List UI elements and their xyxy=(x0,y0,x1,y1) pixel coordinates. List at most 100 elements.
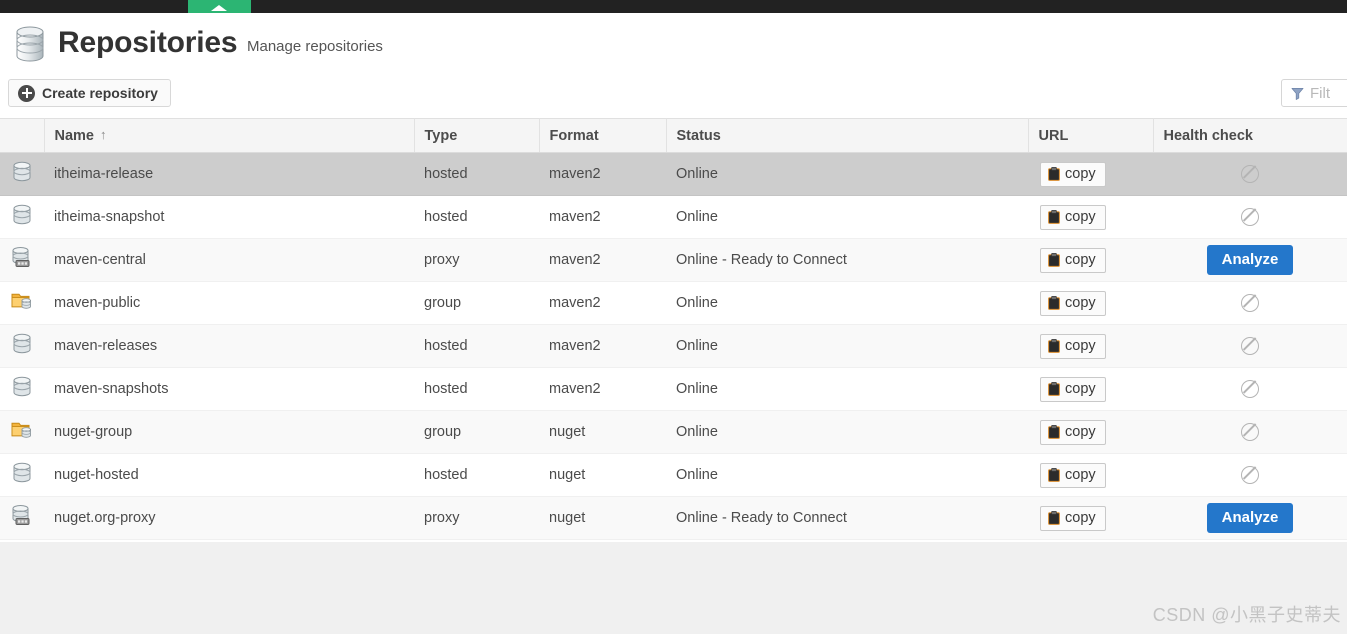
row-url: copy xyxy=(1028,152,1153,196)
copy-url-button[interactable]: copy xyxy=(1040,505,1106,531)
row-status: Online xyxy=(666,152,1028,196)
row-format: maven2 xyxy=(539,367,666,411)
database-icon xyxy=(16,26,44,62)
copy-label: copy xyxy=(1065,166,1096,182)
clipboard-icon xyxy=(1048,339,1060,353)
row-format: maven2 xyxy=(539,324,666,368)
column-label-name: Name xyxy=(54,128,95,144)
row-name[interactable]: nuget-hosted xyxy=(44,453,414,497)
browser-top-bar xyxy=(0,0,1347,13)
row-url: copy xyxy=(1028,410,1153,454)
row-format: maven2 xyxy=(539,281,666,325)
copy-url-button[interactable]: copy xyxy=(1040,376,1106,402)
row-url: copy xyxy=(1028,496,1153,540)
funnel-icon xyxy=(1291,87,1304,100)
table-row[interactable]: maven-releases hosted maven2 Online copy xyxy=(0,324,1347,368)
row-format: nuget xyxy=(539,496,666,540)
filter-input[interactable]: Filt xyxy=(1281,79,1347,107)
row-type: proxy xyxy=(414,496,539,540)
column-header-format[interactable]: Format xyxy=(539,118,667,153)
copy-url-button[interactable]: copy xyxy=(1040,161,1106,187)
no-entry-icon xyxy=(1241,380,1259,398)
content-background: CSDN @小黑子史蒂夫 xyxy=(0,542,1347,634)
table-header-row: Name ↑ Type Format Status URL Health chec… xyxy=(0,118,1347,153)
clipboard-icon xyxy=(1048,296,1060,310)
folder-group-icon xyxy=(11,422,31,438)
row-type-icon-cell xyxy=(0,281,44,325)
column-header-health[interactable]: Health check xyxy=(1153,118,1347,153)
table-row[interactable]: maven-snapshots hosted maven2 Online copy xyxy=(0,367,1347,411)
row-name[interactable]: maven-snapshots xyxy=(44,367,414,411)
page-title: Repositories xyxy=(58,26,238,59)
copy-url-button[interactable]: copy xyxy=(1040,247,1106,273)
row-status: Online xyxy=(666,367,1028,411)
copy-url-button[interactable]: copy xyxy=(1040,419,1106,445)
row-type-icon-cell xyxy=(0,238,44,282)
column-label-health: Health check xyxy=(1163,127,1253,144)
column-header-icon xyxy=(0,118,45,153)
row-type: group xyxy=(414,281,539,325)
row-url: copy xyxy=(1028,195,1153,239)
row-status: Online - Ready to Connect xyxy=(666,238,1028,282)
table-row[interactable]: nuget.org-proxy proxy nuget Online - Ready … xyxy=(0,496,1347,540)
row-health-check xyxy=(1153,410,1347,454)
column-header-url[interactable]: URL xyxy=(1028,118,1154,153)
database-proxy-icon xyxy=(12,247,30,267)
table-row[interactable]: nuget-group group nuget Online copy xyxy=(0,410,1347,454)
row-type-icon-cell xyxy=(0,453,44,497)
copy-url-button[interactable]: copy xyxy=(1040,462,1106,488)
clipboard-icon xyxy=(1048,511,1060,525)
column-header-name[interactable]: Name ↑ xyxy=(44,118,415,153)
table-row[interactable]: maven-public group maven2 Online copy xyxy=(0,281,1347,325)
row-type: hosted xyxy=(414,152,539,196)
table-header: Name ↑ Type Format Status URL Health chec… xyxy=(0,118,1347,153)
folder-group-icon xyxy=(11,293,31,309)
create-repository-button[interactable]: Create repository xyxy=(8,79,171,107)
row-type: group xyxy=(414,410,539,454)
column-header-type[interactable]: Type xyxy=(414,118,540,153)
copy-url-button[interactable]: copy xyxy=(1040,333,1106,359)
copy-url-button[interactable]: copy xyxy=(1040,204,1106,230)
row-url: copy xyxy=(1028,281,1153,325)
table-row[interactable]: nuget-hosted hosted nuget Online copy xyxy=(0,453,1347,497)
clipboard-icon xyxy=(1048,253,1060,267)
database-hosted-icon xyxy=(13,333,31,354)
row-name[interactable]: nuget.org-proxy xyxy=(44,496,414,540)
clipboard-icon xyxy=(1048,167,1060,181)
row-health-check xyxy=(1153,281,1347,325)
table-row[interactable]: itheima-snapshot hosted maven2 Online copy xyxy=(0,195,1347,239)
row-name[interactable]: itheima-release xyxy=(44,152,414,196)
copy-label: copy xyxy=(1065,252,1096,268)
copy-url-button[interactable]: copy xyxy=(1040,290,1106,316)
filter-placeholder: Filt xyxy=(1310,84,1330,102)
copy-label: copy xyxy=(1065,510,1096,526)
row-format: nuget xyxy=(539,453,666,497)
analyze-button[interactable]: Analyze xyxy=(1206,245,1294,275)
no-entry-icon xyxy=(1241,337,1259,355)
database-proxy-icon xyxy=(12,505,30,525)
copy-label: copy xyxy=(1065,338,1096,354)
no-entry-icon xyxy=(1241,165,1259,183)
column-label-type: Type xyxy=(424,127,458,144)
row-name[interactable]: maven-public xyxy=(44,281,414,325)
row-name[interactable]: nuget-group xyxy=(44,410,414,454)
analyze-button[interactable]: Analyze xyxy=(1206,503,1294,533)
table-row[interactable]: maven-central proxy maven2 Online - Ready t… xyxy=(0,238,1347,282)
database-hosted-icon xyxy=(13,376,31,397)
row-status: Online xyxy=(666,324,1028,368)
repositories-table: Name ↑ Type Format Status URL Health chec… xyxy=(0,118,1347,540)
table-body: itheima-release hosted maven2 Online copy ith… xyxy=(0,152,1347,540)
row-status: Online xyxy=(666,281,1028,325)
row-health-check xyxy=(1153,453,1347,497)
row-type-icon-cell xyxy=(0,195,44,239)
copy-label: copy xyxy=(1065,295,1096,311)
table-row[interactable]: itheima-release hosted maven2 Online copy xyxy=(0,152,1347,196)
row-format: maven2 xyxy=(539,238,666,282)
column-header-status[interactable]: Status xyxy=(666,118,1029,153)
row-name[interactable]: maven-central xyxy=(44,238,414,282)
row-type: proxy xyxy=(414,238,539,282)
watermark: CSDN @小黑子史蒂夫 xyxy=(1152,605,1341,625)
row-status: Online xyxy=(666,453,1028,497)
row-name[interactable]: itheima-snapshot xyxy=(44,195,414,239)
row-name[interactable]: maven-releases xyxy=(44,324,414,368)
